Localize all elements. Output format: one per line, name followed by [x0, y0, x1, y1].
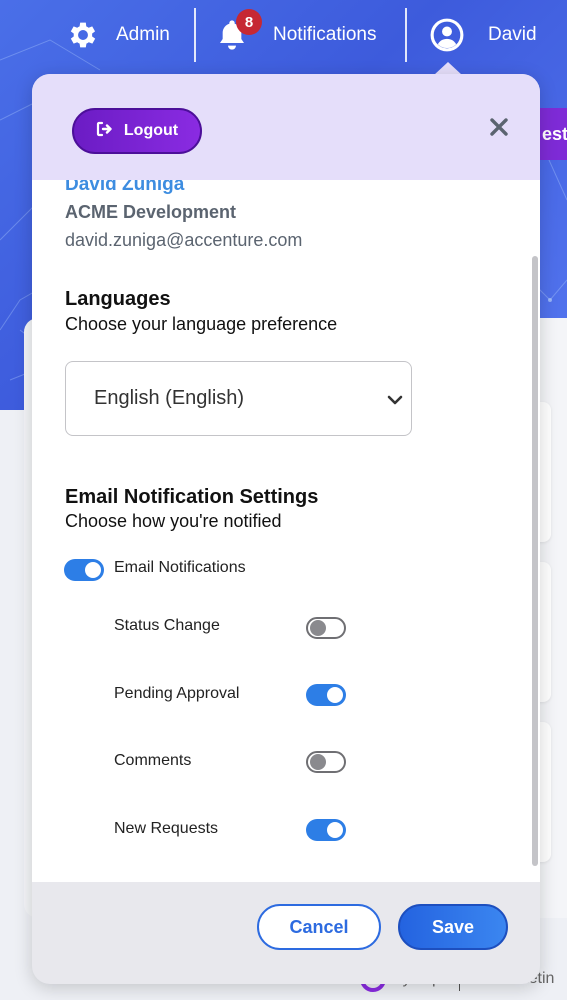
status-change-label: Status Change: [114, 617, 220, 634]
notification-count-badge: 8: [236, 9, 262, 35]
nav-user[interactable]: David: [430, 0, 537, 70]
panel-body: David Zuniga ACME Development david.zuni…: [32, 174, 500, 882]
user-email: david.zuniga@accenture.com: [65, 230, 303, 250]
cancel-label: Cancel: [289, 916, 349, 937]
gear-icon: [66, 18, 100, 52]
email-settings-title: Email Notification Settings: [65, 486, 319, 508]
nav-divider: [405, 8, 407, 62]
chevron-down-icon: [387, 389, 403, 412]
email-notifications-label: Email Notifications: [114, 559, 246, 576]
new-requests-label: New Requests: [114, 820, 219, 837]
email-settings-subtitle: Choose how you're notified: [65, 511, 282, 531]
toggle-knob: [310, 620, 326, 636]
pending-approval-toggle[interactable]: [306, 684, 346, 706]
profile-panel: David Zuniga ACME Development david.zuni…: [32, 74, 540, 984]
close-icon[interactable]: [488, 116, 510, 138]
nav-admin[interactable]: Admin: [66, 0, 170, 70]
comments-label: Comments: [114, 752, 192, 769]
language-select[interactable]: English (English): [65, 361, 412, 436]
save-label: Save: [431, 916, 475, 937]
new-requests-toggle[interactable]: [306, 819, 346, 841]
panel-header: Logout: [32, 74, 540, 180]
background-request-button-label: est: [542, 124, 567, 144]
toggle-knob: [85, 562, 101, 578]
language-select-value: English (English): [94, 387, 245, 409]
logout-button[interactable]: Logout: [72, 108, 202, 154]
languages-subtitle: Choose your language preference: [65, 314, 338, 334]
languages-title: Languages: [65, 288, 171, 310]
toggle-knob: [310, 754, 326, 770]
logout-label: Logout: [123, 122, 179, 139]
toggle-knob: [327, 822, 343, 838]
nav-notifications-label: Notifications: [273, 24, 377, 45]
user-org: ACME Development: [65, 202, 237, 222]
pending-approval-label: Pending Approval: [114, 685, 240, 702]
email-notifications-toggle[interactable]: [64, 559, 104, 581]
scrollbar[interactable]: [532, 256, 538, 866]
top-nav: Admin Notifications 8 David: [0, 0, 567, 70]
cancel-button[interactable]: Cancel: [257, 904, 381, 950]
comments-toggle[interactable]: [306, 751, 346, 773]
logout-icon: [96, 121, 114, 142]
status-change-toggle[interactable]: [306, 617, 346, 639]
nav-admin-label: Admin: [116, 24, 170, 45]
user-avatar-icon: [430, 18, 464, 52]
toggle-knob: [327, 687, 343, 703]
nav-user-label: David: [488, 24, 537, 45]
nav-divider: [194, 8, 196, 62]
save-button[interactable]: Save: [398, 904, 508, 950]
nav-notifications[interactable]: Notifications: [216, 0, 377, 70]
